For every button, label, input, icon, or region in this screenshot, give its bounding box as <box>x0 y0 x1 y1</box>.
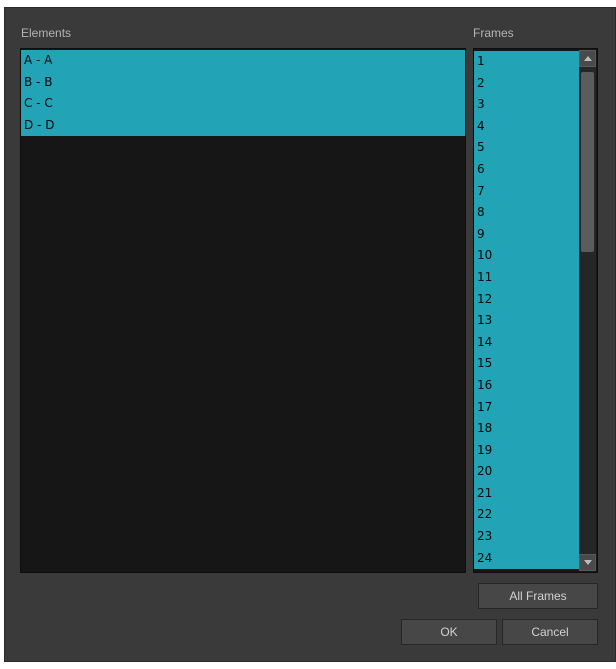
frame-item[interactable]: 21 <box>474 482 579 505</box>
frame-item[interactable]: 7 <box>474 180 579 203</box>
frame-item[interactable]: 13 <box>474 310 579 332</box>
frame-item[interactable]: 9 <box>474 223 579 246</box>
element-item[interactable]: B - B <box>21 71 465 94</box>
frame-item[interactable]: 24 <box>474 547 579 570</box>
element-item[interactable]: D - D <box>21 114 465 137</box>
frame-item[interactable]: 4 <box>474 115 579 138</box>
frame-item[interactable]: 22 <box>474 504 579 527</box>
frame-item[interactable]: 23 <box>474 526 579 548</box>
frame-item[interactable]: 10 <box>474 245 579 267</box>
frame-item[interactable]: 17 <box>474 396 579 419</box>
frame-item[interactable]: 2 <box>474 72 579 95</box>
frame-item[interactable]: 14 <box>474 331 579 354</box>
frame-item[interactable]: 6 <box>474 158 579 181</box>
frames-label: Frames <box>473 26 514 40</box>
frames-items: 1 2 3 4 5 6 7 8 9 10 11 12 13 14 15 16 17 18 19 20 21 22 23 24 <box>474 51 579 570</box>
arrow-down-icon <box>584 560 592 565</box>
frames-scrollbar[interactable] <box>579 50 596 571</box>
dialog: Elements Frames A - AB - BC - CD - D 123… <box>4 7 616 662</box>
frame-item[interactable]: 11 <box>474 266 579 289</box>
frame-item[interactable]: 18 <box>474 418 579 440</box>
element-item[interactable]: A - A <box>21 50 465 72</box>
frame-item[interactable]: 3 <box>474 94 579 116</box>
frame-item[interactable]: 1 <box>474 51 579 73</box>
frame-item[interactable]: 19 <box>474 439 579 462</box>
frame-item[interactable]: 16 <box>474 374 579 397</box>
scroll-up-button[interactable] <box>579 50 596 67</box>
cancel-button[interactable]: Cancel <box>502 619 598 645</box>
elements-label: Elements <box>21 26 72 40</box>
elements-list[interactable]: A - AB - BC - CD - D <box>20 48 466 573</box>
scroll-down-button[interactable] <box>579 554 596 571</box>
element-item[interactable]: C - C <box>21 93 465 115</box>
arrow-up-icon <box>584 56 592 61</box>
frame-item[interactable]: 12 <box>474 288 579 311</box>
frame-item[interactable]: 8 <box>474 202 579 224</box>
frame-item[interactable]: 5 <box>474 137 579 159</box>
frame-item[interactable]: 15 <box>474 353 579 375</box>
ok-button[interactable]: OK <box>401 619 497 645</box>
frame-item[interactable]: 20 <box>474 461 579 483</box>
all-frames-button[interactable]: All Frames <box>478 583 598 609</box>
frames-list[interactable]: 1 2 3 4 5 6 7 8 9 10 11 12 13 14 15 16 17 18 19 20 21 22 23 24 <box>473 48 598 573</box>
elements-items: A - AB - BC - CD - D <box>21 50 465 137</box>
scrollbar-thumb[interactable] <box>581 72 594 252</box>
